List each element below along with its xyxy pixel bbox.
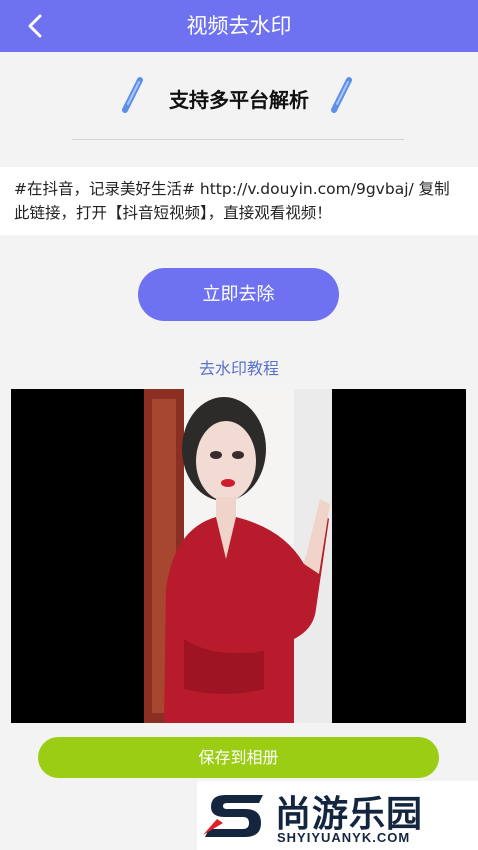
app-bar: 视频去水印 — [0, 0, 478, 52]
divider — [72, 139, 404, 140]
link-input-value: #在抖音，记录美好生活# http://v.douyin.com/9gvbaj/… — [14, 180, 450, 222]
pen-stroke-icon — [331, 77, 352, 113]
slogan-text: 支持多平台解析 — [169, 88, 309, 112]
save-to-album-button[interactable]: 保存到相册 — [38, 737, 439, 778]
slogan-banner: 支持多平台解析 — [0, 72, 478, 120]
remove-watermark-button[interactable]: 立即去除 — [138, 268, 339, 321]
watermark-site: SHYIYUANYK.COM — [277, 830, 411, 845]
link-input[interactable]: #在抖音，记录美好生活# http://v.douyin.com/9gvbaj/… — [0, 167, 478, 235]
site-logo-icon — [203, 795, 263, 837]
video-preview[interactable] — [11, 389, 466, 723]
tutorial-link[interactable]: 去水印教程 — [0, 355, 478, 379]
watermark-logo: 尚游乐园 SHYIYUANYK.COM — [197, 781, 478, 850]
video-frame-image — [144, 389, 332, 723]
page-title: 视频去水印 — [186, 14, 292, 38]
